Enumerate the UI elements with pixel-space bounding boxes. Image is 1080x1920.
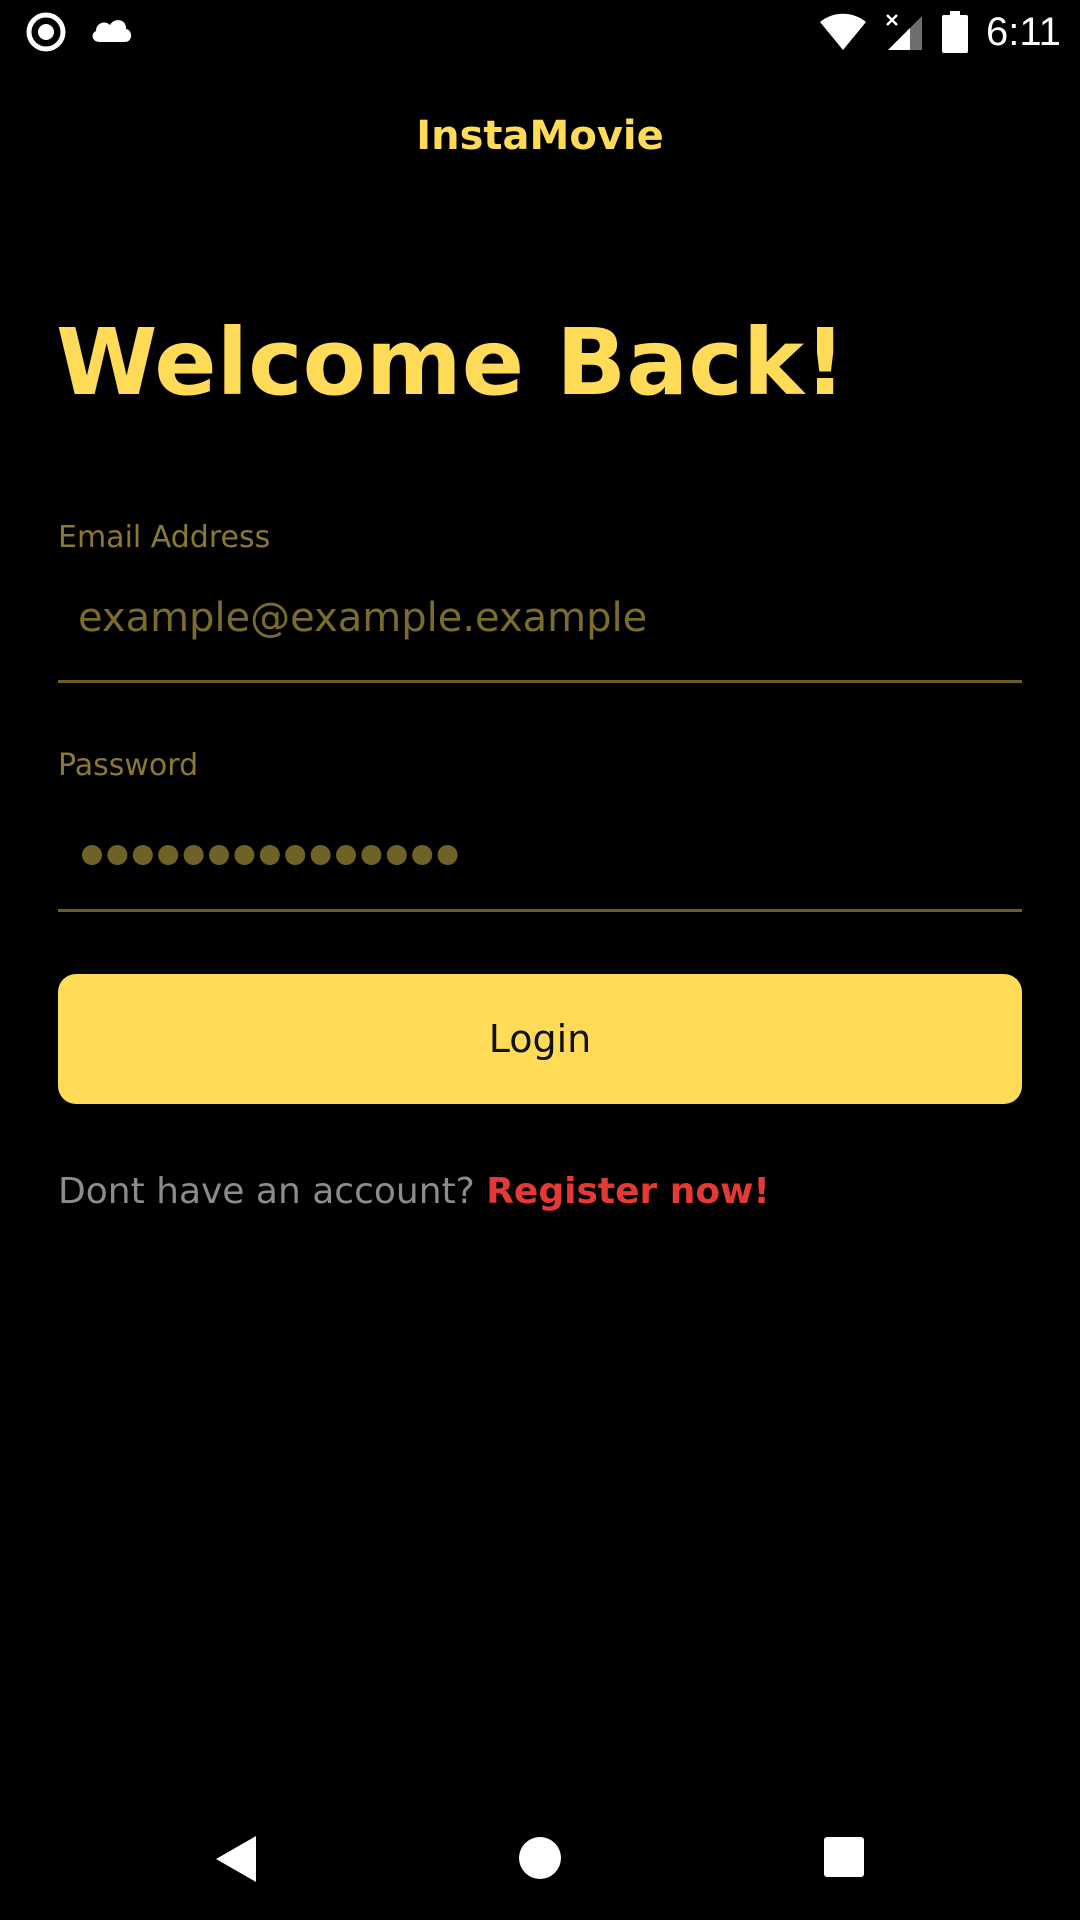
- password-mask-dot: [361, 845, 382, 865]
- email-label: Email Address: [58, 520, 271, 555]
- password-mask-dot: [386, 845, 407, 865]
- password-mask-dot: [412, 845, 433, 865]
- register-link[interactable]: Register now!: [486, 1171, 770, 1212]
- back-icon[interactable]: [214, 1834, 258, 1884]
- email-field[interactable]: example@example.example: [58, 575, 1022, 683]
- password-mask-dot: [259, 845, 280, 865]
- status-clock: 6:11: [986, 10, 1061, 54]
- password-mask-dot: [209, 845, 229, 865]
- password-mask-dot: [107, 845, 128, 865]
- password-mask-dot: [82, 845, 102, 865]
- password-mask-dot: [437, 845, 458, 865]
- navigation-bar: [0, 1800, 1080, 1920]
- password-mask-dot: [183, 845, 204, 865]
- record-icon: [26, 12, 66, 52]
- signal-icon: [886, 14, 922, 50]
- password-mask-dot: [336, 845, 356, 865]
- login-button[interactable]: Login: [58, 974, 1022, 1104]
- app-title: InstaMovie: [416, 113, 664, 159]
- password-mask-dot: [310, 845, 331, 865]
- register-line: Dont have an account? Register now!: [58, 1164, 770, 1220]
- cloud-icon: [92, 20, 132, 42]
- password-mask-dot: [285, 845, 306, 865]
- password-label: Password: [58, 748, 199, 783]
- password-mask: [82, 845, 458, 865]
- password-mask-dot: [158, 845, 179, 865]
- password-field[interactable]: [58, 806, 1022, 912]
- battery-icon: [942, 11, 968, 53]
- password-mask-dot: [234, 845, 255, 865]
- home-icon[interactable]: [518, 1836, 562, 1880]
- recents-icon[interactable]: [823, 1836, 865, 1878]
- welcome-heading: Welcome Back!: [56, 309, 847, 416]
- password-mask-dot: [132, 845, 153, 865]
- wifi-icon: [820, 13, 866, 50]
- email-placeholder: example@example.example: [78, 595, 648, 641]
- status-bar: 6:11: [0, 0, 1080, 63]
- login-screen: 6:11 InstaMovie Welcome Back! Email Addr…: [0, 0, 1080, 1920]
- register-prompt: Dont have an account?: [58, 1171, 475, 1212]
